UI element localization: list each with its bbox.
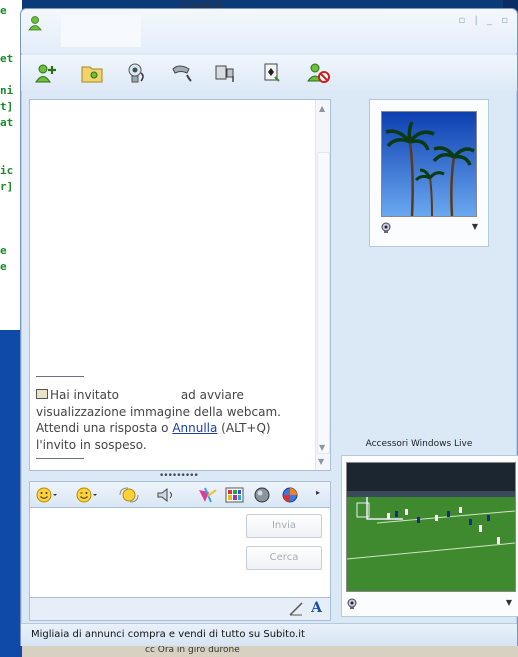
code-fragment: e: [0, 260, 7, 273]
code-fragment: t]: [0, 100, 14, 113]
pane-splitter[interactable]: •••••••••: [159, 471, 199, 481]
history-scrollbar[interactable]: ▲ ▼ ▼: [315, 100, 330, 470]
conversation-window: ▫ | _ ▫ Hai invitato ad avviare visualiz…: [20, 8, 518, 646]
code-fragment: e: [0, 4, 7, 17]
nudge-icon[interactable]: [118, 486, 140, 504]
search-button[interactable]: Cerca: [246, 546, 322, 570]
font-icon[interactable]: A: [311, 600, 322, 616]
webcam-small-icon[interactable]: [380, 222, 392, 234]
background-icon[interactable]: [224, 486, 246, 504]
code-fragment: et: [0, 52, 14, 65]
code-fragment: ic: [0, 164, 14, 177]
ink-icon[interactable]: [252, 486, 274, 504]
background-code-window: e et ni t] at ic r] e e: [0, 0, 22, 330]
football-match-picture[interactable]: [346, 462, 516, 592]
picture-options-arrow-icon[interactable]: ▼: [506, 598, 512, 607]
scroll-end-arrow-icon[interactable]: ▼: [318, 457, 324, 466]
title-bar[interactable]: ▫ | _ ▫: [21, 9, 517, 53]
background-panel: [0, 330, 22, 657]
code-fragment: ni: [0, 84, 14, 97]
block-icon[interactable]: [305, 61, 331, 85]
own-display-picture-frame: ▼: [341, 455, 518, 617]
cancel-invite-link[interactable]: Annulla: [172, 421, 217, 435]
accessories-label: Accessori Windows Live: [365, 439, 473, 449]
format-toolbar: A: [29, 597, 331, 621]
messenger-buddy-icon: [28, 16, 42, 31]
code-fragment: at: [0, 116, 14, 129]
picture-options-arrow-icon[interactable]: ▼: [472, 222, 478, 231]
send-button[interactable]: Invia: [246, 514, 322, 538]
webcam-small-icon[interactable]: [346, 598, 358, 610]
code-fragment: e: [0, 244, 7, 257]
wink-icon[interactable]: [76, 486, 98, 504]
envelope-icon: [36, 389, 48, 399]
webcam-icon[interactable]: [123, 61, 149, 85]
message-text: Hai invitato: [50, 388, 120, 402]
advertisement-text[interactable]: Migliaia di annunci compra e vendi di tu…: [31, 629, 305, 640]
palm-trees-picture[interactable]: [381, 111, 477, 217]
contact-name-redacted: [61, 15, 141, 47]
emoticon-toolbar: ▸: [29, 481, 331, 508]
scroll-up-arrow-icon[interactable]: ▲: [319, 104, 325, 113]
scroll-thumb[interactable]: [317, 152, 330, 454]
activities-icon[interactable]: [213, 61, 239, 85]
message-divider: [36, 376, 84, 377]
advertisement-bar[interactable]: Migliaia di annunci compra e vendi di tu…: [21, 623, 517, 646]
send-files-icon[interactable]: [79, 61, 105, 85]
voice-clip-icon[interactable]: [154, 486, 176, 504]
more-arrow-icon[interactable]: ▸: [316, 488, 320, 497]
wink-animation-icon[interactable]: [196, 486, 218, 504]
add-contact-icon[interactable]: [33, 61, 59, 85]
contact-display-picture-frame: ▼: [369, 99, 489, 247]
color-icon[interactable]: [280, 486, 302, 504]
action-toolbar: [21, 55, 517, 91]
phone-icon[interactable]: [169, 61, 195, 85]
webcam-invite-message: Hai invitato ad avviare visualizzazione …: [36, 387, 304, 453]
code-fragment: r]: [0, 180, 14, 193]
message-divider: [36, 458, 84, 459]
smiley-icon[interactable]: [36, 486, 58, 504]
pen-icon[interactable]: [288, 601, 304, 617]
window-controls[interactable]: ▫ | _ ▫: [459, 15, 511, 26]
conversation-history[interactable]: Hai invitato ad avviare visualizzazione …: [29, 99, 331, 471]
background-bottom-text: cc Ora in giro durone: [145, 645, 240, 655]
contact-name-redacted: [119, 389, 178, 399]
games-icon[interactable]: [259, 61, 285, 85]
